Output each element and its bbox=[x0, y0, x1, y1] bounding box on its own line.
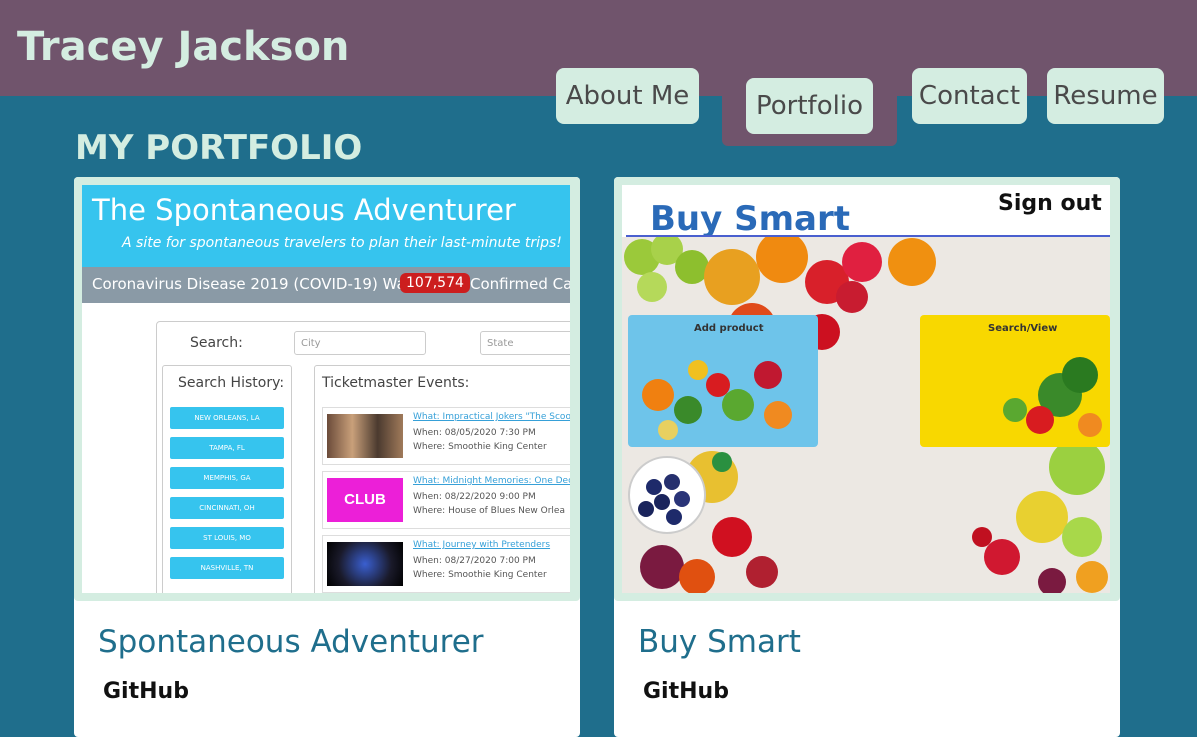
nav-portfolio[interactable]: Portfolio bbox=[746, 78, 873, 134]
screenshot-warning-text: Coronavirus Disease 2019 (COVID-19) Warn… bbox=[92, 275, 444, 293]
screenshot-heading: The Spontaneous Adventurer bbox=[92, 193, 516, 227]
events-label: Ticketmaster Events: bbox=[322, 375, 470, 391]
history-city: NEW ORLEANS, LA bbox=[170, 407, 284, 429]
event-where: Where: House of Blues New Orlea bbox=[413, 506, 565, 516]
event-name: What: Impractical Jokers "The Scoo bbox=[413, 412, 570, 422]
search-history-label: Search History: bbox=[178, 375, 285, 391]
event-when: When: 08/27/2020 7:00 PM bbox=[413, 556, 536, 566]
github-link[interactable]: GitHub bbox=[103, 677, 189, 707]
event-image bbox=[327, 542, 403, 586]
event-name: What: Journey with Pretenders bbox=[413, 540, 551, 550]
event-row: What: Journey with Pretenders When: 08/2… bbox=[322, 535, 570, 593]
github-link[interactable]: GitHub bbox=[643, 677, 729, 707]
event-row: CLUB 90'S What: Midnight Memories: One D… bbox=[322, 471, 570, 552]
add-product-card bbox=[628, 315, 818, 447]
nav-resume[interactable]: Resume bbox=[1047, 68, 1164, 124]
screenshot-signout: Sign out bbox=[998, 191, 1102, 216]
site-title: Tracey Jackson bbox=[17, 24, 350, 70]
project-card-spontaneous-adventurer: The Spontaneous Adventurer A site for sp… bbox=[74, 177, 580, 737]
vegetables-illustration bbox=[642, 360, 792, 440]
state-input: State bbox=[480, 331, 570, 355]
search-label: Search: bbox=[190, 335, 243, 351]
event-name: What: Midnight Memories: One Dec bbox=[413, 476, 570, 486]
project-thumbnail-frame: The Spontaneous Adventurer A site for sp… bbox=[74, 177, 580, 601]
groceries-illustration bbox=[1003, 357, 1102, 437]
project-screenshot[interactable]: The Spontaneous Adventurer A site for sp… bbox=[82, 185, 570, 593]
event-when: When: 08/22/2020 9:00 PM bbox=[413, 492, 536, 502]
screenshot-heading: Buy Smart bbox=[650, 199, 850, 239]
history-city: NASHVILLE, TN bbox=[170, 557, 284, 579]
event-when: When: 08/05/2020 7:30 PM bbox=[413, 428, 536, 438]
project-title: Spontaneous Adventurer bbox=[98, 624, 484, 660]
warning-label: Coronavirus Disease 2019 (COVID-19) Warn… bbox=[92, 275, 445, 293]
screenshot-case-count: 107,574 bbox=[400, 273, 470, 293]
event-where: Where: Smoothie King Center bbox=[413, 442, 547, 452]
history-city: CINCINNATI, OH bbox=[170, 497, 284, 519]
event-image: CLUB 90'S bbox=[327, 478, 403, 552]
search-view-card bbox=[920, 315, 1110, 447]
section-title: MY PORTFOLIO bbox=[75, 128, 363, 168]
event-image bbox=[327, 414, 403, 458]
project-screenshot[interactable]: Buy Smart Sign out Add product Search/Vi… bbox=[622, 185, 1110, 593]
nav-contact[interactable]: Contact bbox=[912, 68, 1027, 124]
history-city: ST LOUIS, MO bbox=[170, 527, 284, 549]
project-thumbnail-frame: Buy Smart Sign out Add product Search/Vi… bbox=[614, 177, 1120, 601]
history-city: TAMPA, FL bbox=[170, 437, 284, 459]
event-where: Where: Smoothie King Center bbox=[413, 570, 547, 580]
search-view-label: Search/View bbox=[988, 323, 1058, 334]
screenshot-subheading: A site for spontaneous travelers to plan… bbox=[122, 235, 562, 251]
project-card-buy-smart: Buy Smart Sign out Add product Search/Vi… bbox=[614, 177, 1120, 737]
event-row: What: Impractical Jokers "The Scoo When:… bbox=[322, 407, 570, 465]
nav-about-me[interactable]: About Me bbox=[556, 68, 699, 124]
project-title: Buy Smart bbox=[638, 624, 801, 660]
city-input: City bbox=[294, 331, 426, 355]
add-product-label: Add product bbox=[694, 323, 764, 334]
history-city: MEMPHIS, GA bbox=[170, 467, 284, 489]
warning-tail: Confirmed Case bbox=[470, 275, 570, 293]
